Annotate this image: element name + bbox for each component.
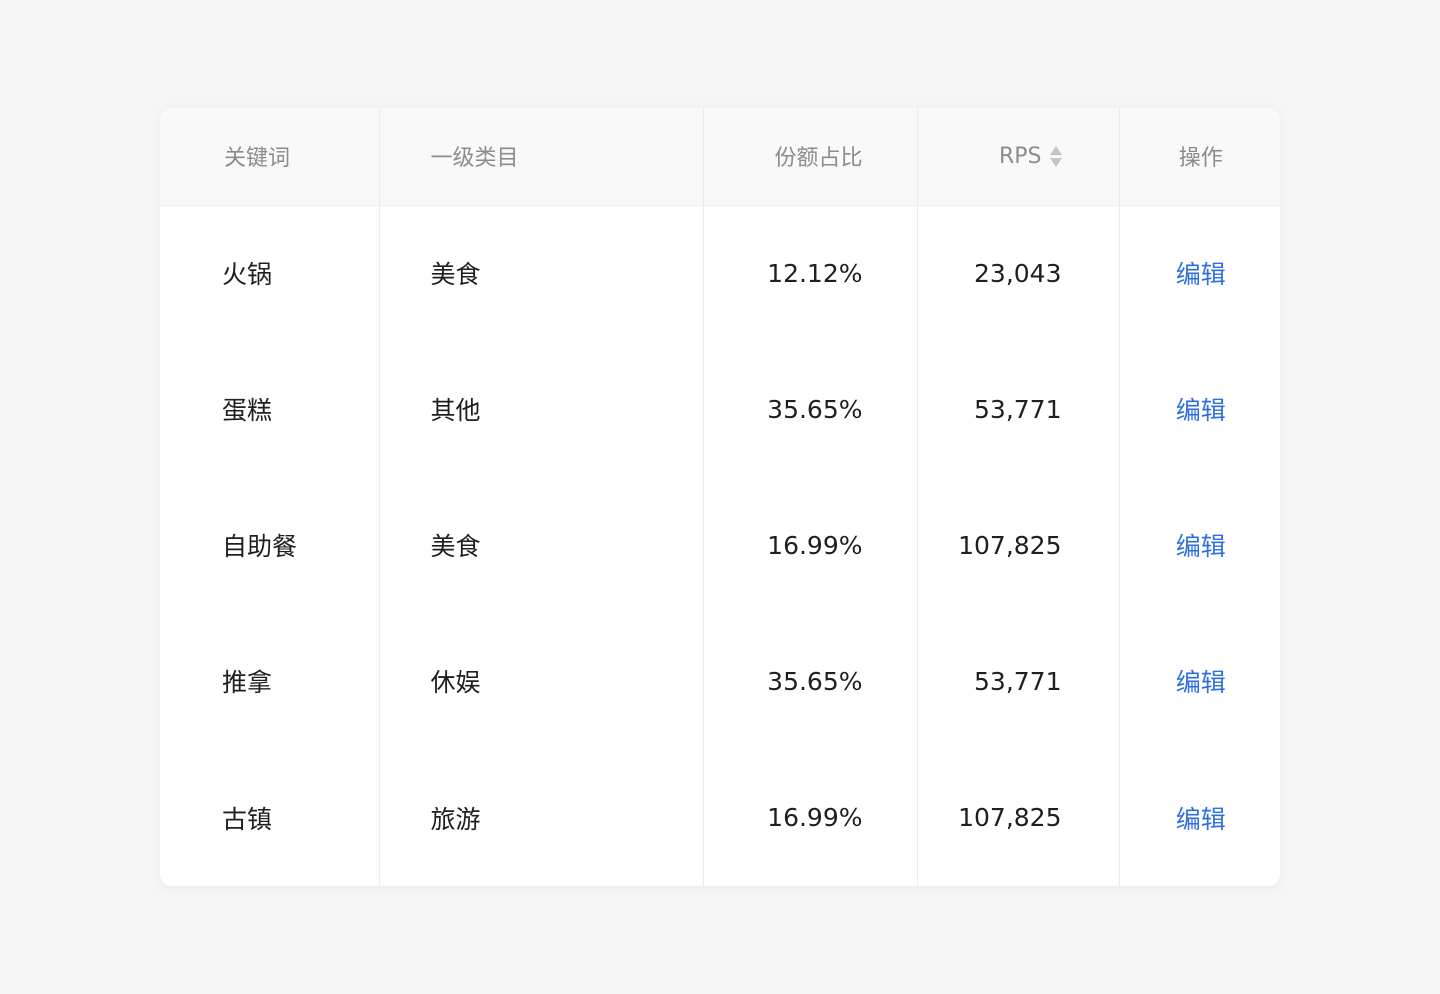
cell-share: 12.12% xyxy=(702,205,917,341)
cell-keyword: 蛋糕 xyxy=(222,396,273,425)
header-rps-label: RPS xyxy=(998,143,1042,169)
edit-link[interactable]: 编辑 xyxy=(1176,668,1226,697)
cell-category: 美食 xyxy=(378,477,703,613)
cell-action: 编辑 xyxy=(1118,341,1280,477)
cell-action: 编辑 xyxy=(1118,613,1280,749)
table-body: 火锅 美食 12.12% 23,043 编辑 蛋糕 其他 35.65% 53,7… xyxy=(160,205,1280,886)
keyword-table: 关键词 一级类目 份额占比 RPS 操作 火锅 美食 12.12% 23,043… xyxy=(160,108,1280,886)
header-category: 一级类目 xyxy=(378,108,703,206)
header-rps[interactable]: RPS xyxy=(916,108,1119,206)
cell-rps: 53,771 xyxy=(916,613,1119,749)
data-table-card: 关键词 一级类目 份额占比 RPS 操作 火锅 美食 12.12% 23,043… xyxy=(160,108,1280,886)
table-row: 火锅 美食 12.12% 23,043 编辑 xyxy=(160,205,1280,341)
table-row: 推拿 休娱 35.65% 53,771 编辑 xyxy=(160,613,1280,749)
cell-rps: 107,825 xyxy=(916,477,1119,613)
edit-link[interactable]: 编辑 xyxy=(1176,396,1226,425)
cell-share: 16.99% xyxy=(702,477,917,613)
sort-icon[interactable] xyxy=(1049,145,1062,167)
cell-action: 编辑 xyxy=(1118,205,1280,341)
cell-rps: 107,825 xyxy=(916,749,1119,886)
cell-rps: 53,771 xyxy=(916,341,1119,477)
header-action: 操作 xyxy=(1118,108,1280,206)
table-row: 蛋糕 其他 35.65% 53,771 编辑 xyxy=(160,341,1280,477)
cell-keyword: 自助餐 xyxy=(222,532,298,561)
sort-ascending-icon[interactable] xyxy=(1049,145,1062,155)
header-keyword: 关键词 xyxy=(160,108,379,206)
cell-action: 编辑 xyxy=(1118,749,1280,886)
cell-keyword: 火锅 xyxy=(222,260,273,290)
cell-category: 休娱 xyxy=(378,613,703,749)
header-share: 份额占比 xyxy=(702,108,917,206)
table-row: 古镇 旅游 16.99% 107,825 编辑 xyxy=(160,749,1280,886)
edit-link[interactable]: 编辑 xyxy=(1176,532,1226,561)
table-header: 关键词 一级类目 份额占比 RPS 操作 xyxy=(160,108,1280,206)
cell-share: 35.65% xyxy=(702,613,917,749)
cell-share: 35.65% xyxy=(702,341,917,477)
cell-category: 其他 xyxy=(378,341,703,477)
cell-keyword: 古镇 xyxy=(222,804,273,834)
edit-link[interactable]: 编辑 xyxy=(1176,260,1226,289)
cell-category: 美食 xyxy=(378,205,703,341)
cell-share: 16.99% xyxy=(702,749,917,886)
cell-keyword: 推拿 xyxy=(222,668,273,697)
table-row: 自助餐 美食 16.99% 107,825 编辑 xyxy=(160,477,1280,613)
cell-category: 旅游 xyxy=(378,749,703,886)
cell-rps: 23,043 xyxy=(916,205,1119,341)
header-row: 关键词 一级类目 份额占比 RPS 操作 xyxy=(160,108,1280,206)
cell-action: 编辑 xyxy=(1118,477,1280,613)
edit-link[interactable]: 编辑 xyxy=(1176,805,1226,834)
sort-descending-icon[interactable] xyxy=(1049,157,1062,167)
